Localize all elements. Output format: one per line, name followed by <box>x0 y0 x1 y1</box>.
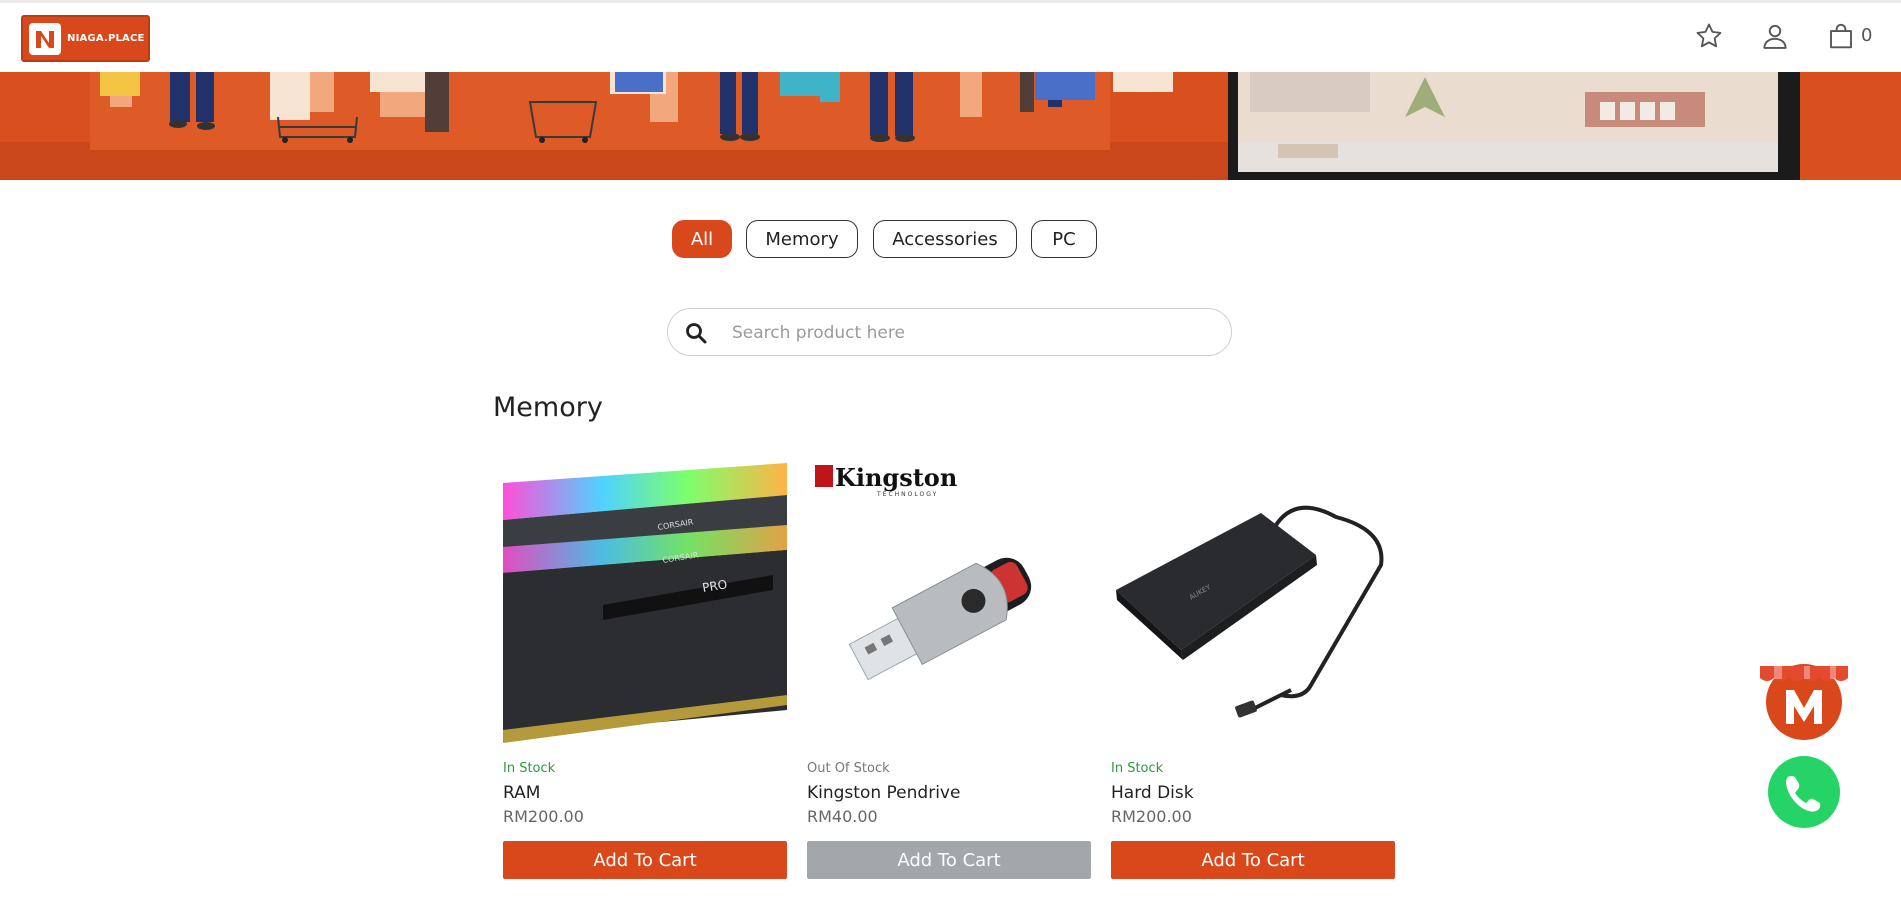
product-card: AUKEY In Stock Hard Disk RM200.00 Add To… <box>1111 455 1395 881</box>
product-price: RM40.00 <box>807 807 878 826</box>
product-price: RM200.00 <box>1111 807 1192 826</box>
store-icon <box>1760 660 1848 744</box>
stock-status: In Stock <box>1111 761 1164 776</box>
category-pill-all[interactable]: All <box>672 220 732 258</box>
product-image[interactable]: AUKEY <box>1111 455 1395 743</box>
stock-status: Out Of Stock <box>807 761 890 776</box>
product-name[interactable]: RAM <box>503 783 540 803</box>
shopping-bag-icon[interactable] <box>1826 21 1856 51</box>
product-card: PRO CORSAIR CORSAIR In Stock RAM RM200.0… <box>503 455 787 881</box>
logo-text: NIAGA.PLACE <box>67 33 145 44</box>
pendrive-image: Kingston TECHNOLOGY <box>807 455 1091 743</box>
cart-count-badge: 0 <box>1861 25 1873 46</box>
ram-image: PRO CORSAIR CORSAIR <box>503 455 787 743</box>
category-pill-accessories[interactable]: Accessories <box>873 220 1017 258</box>
product-image[interactable]: PRO CORSAIR CORSAIR <box>503 455 787 743</box>
store-floating-button[interactable] <box>1758 652 1850 744</box>
svg-text:TECHNOLOGY: TECHNOLOGY <box>876 491 938 498</box>
add-to-cart-button[interactable]: Add To Cart <box>503 841 787 879</box>
category-pill-pc[interactable]: PC <box>1031 220 1097 258</box>
category-pill-memory[interactable]: Memory <box>746 220 858 258</box>
product-image[interactable]: Kingston TECHNOLOGY <box>807 455 1091 743</box>
search-icon[interactable] <box>684 321 708 345</box>
promo-banner[interactable] <box>0 72 1901 180</box>
whatsapp-floating-button[interactable] <box>1758 748 1850 840</box>
product-name[interactable]: Kingston Pendrive <box>807 783 960 803</box>
svg-text:Kingston: Kingston <box>835 463 957 492</box>
brand-logo[interactable]: NIAGA.PLACE <box>21 15 150 62</box>
banner-illustration <box>0 72 1901 180</box>
product-name[interactable]: Hard Disk <box>1111 783 1194 803</box>
search-box <box>667 308 1232 356</box>
add-to-cart-button[interactable]: Add To Cart <box>1111 841 1395 879</box>
logo-mark-icon <box>29 22 61 55</box>
section-title: Memory <box>493 392 603 423</box>
product-card: Kingston TECHNOLOGY Out Of Stock Kingsto… <box>807 455 1091 881</box>
hard-disk-image: AUKEY <box>1111 455 1395 743</box>
whatsapp-icon <box>1762 753 1844 834</box>
star-icon[interactable] <box>1694 21 1724 51</box>
stock-status: In Stock <box>503 761 556 776</box>
user-icon[interactable] <box>1760 21 1790 51</box>
search-input[interactable] <box>732 319 1212 347</box>
top-header: NIAGA.PLACE 0 <box>0 0 1901 72</box>
add-to-cart-button[interactable]: Add To Cart <box>807 841 1091 879</box>
category-filter: All Memory Accessories PC <box>0 220 1901 258</box>
product-price: RM200.00 <box>503 807 584 826</box>
